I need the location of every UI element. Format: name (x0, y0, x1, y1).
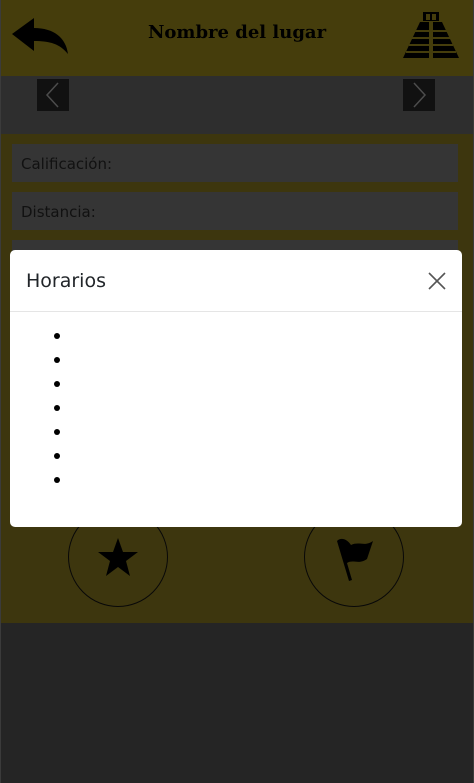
hours-list (26, 328, 446, 496)
bullet-icon (54, 357, 60, 363)
list-item (52, 376, 446, 400)
bullet-icon (54, 405, 60, 411)
list-item (52, 424, 446, 448)
bullet-icon (54, 453, 60, 459)
close-button[interactable] (426, 270, 448, 292)
bullet-icon (54, 477, 60, 483)
hours-modal: Horarios (10, 250, 462, 527)
list-item (52, 472, 446, 496)
list-item (52, 328, 446, 352)
bullet-icon (54, 429, 60, 435)
list-item (52, 400, 446, 424)
bullet-icon (54, 381, 60, 387)
modal-header: Horarios (10, 250, 462, 312)
close-icon (428, 272, 446, 290)
modal-body (10, 312, 462, 512)
bullet-icon (54, 333, 60, 339)
list-item (52, 448, 446, 472)
list-item (52, 352, 446, 376)
modal-title: Horarios (26, 270, 106, 292)
